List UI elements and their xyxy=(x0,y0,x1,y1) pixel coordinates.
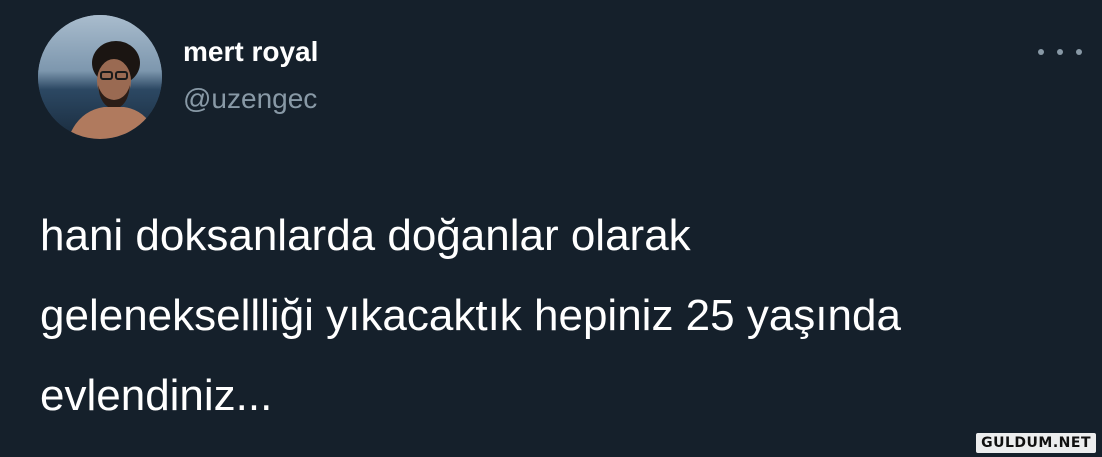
tweet-text-line: geleneksellliği yıkacaktık hepiniz 25 ya… xyxy=(40,291,901,340)
tweet-card: mert royal @uzengec hani doksanlarda doğ… xyxy=(0,0,1102,457)
profile-photo-icon xyxy=(38,15,162,139)
display-name[interactable]: mert royal xyxy=(183,36,318,68)
more-horizontal-icon xyxy=(1057,49,1063,55)
user-handle[interactable]: @uzengec xyxy=(183,83,317,115)
avatar[interactable] xyxy=(38,15,162,139)
tweet-text-line: hani doksanlarda doğanlar olarak xyxy=(40,211,691,260)
watermark: GULDUM.NET xyxy=(976,433,1096,453)
more-horizontal-icon xyxy=(1038,49,1044,55)
tweet-text: hani doksanlarda doğanlar olarak gelenek… xyxy=(40,196,1080,436)
more-options-button[interactable] xyxy=(1038,40,1082,64)
more-horizontal-icon xyxy=(1076,49,1082,55)
tweet-text-line: evlendiniz... xyxy=(40,371,273,420)
